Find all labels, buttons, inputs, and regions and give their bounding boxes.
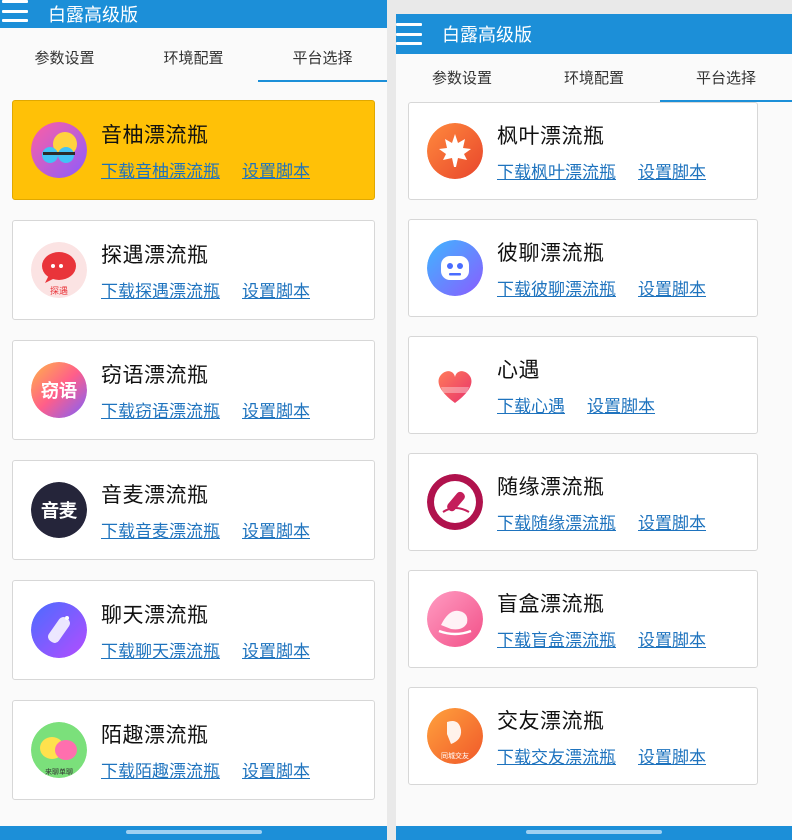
platform-name: 音麦漂流瓶 — [101, 482, 209, 507]
download-link[interactable]: 下载窃语漂流瓶 — [101, 397, 220, 422]
platform-card-yinyou[interactable]: 音柚漂流瓶 下载音柚漂流瓶 设置脚本 — [12, 100, 375, 200]
heart-icon — [427, 357, 483, 413]
download-link[interactable]: 下载音柚漂流瓶 — [101, 157, 220, 182]
download-link[interactable]: 下载聊天漂流瓶 — [101, 637, 220, 662]
platform-list: 音柚漂流瓶 下载音柚漂流瓶 设置脚本 探遇 探遇漂流瓶 下载探遇漂流瓶 设置脚本 — [0, 82, 387, 800]
platform-name: 随缘漂流瓶 — [497, 474, 605, 499]
icon-badge: 窃语 — [41, 380, 77, 402]
liaotian-logo-icon — [31, 602, 87, 658]
tab-platform[interactable]: 平台选择 — [258, 34, 387, 82]
platform-card-manghe[interactable]: 盲盒漂流瓶 下载盲盒漂流瓶 设置脚本 — [408, 570, 758, 668]
icon-badge: 音麦 — [41, 500, 78, 522]
platform-card-suiyuan[interactable]: 随缘漂流瓶 下载随缘漂流瓶 设置脚本 — [408, 453, 758, 551]
robot-face-icon — [427, 240, 483, 296]
maple-leaf-icon — [427, 123, 483, 179]
platform-name: 探遇漂流瓶 — [101, 242, 209, 267]
app-title: 白露高级版 — [48, 5, 138, 26]
setup-script-link[interactable]: 设置脚本 — [587, 392, 655, 417]
yinmai-logo-icon: 音麦 — [31, 482, 87, 538]
platform-name: 彼聊漂流瓶 — [497, 240, 605, 265]
hamburger-menu-icon[interactable] — [396, 23, 422, 45]
setup-script-link[interactable]: 设置脚本 — [242, 157, 310, 182]
tab-params[interactable]: 参数设置 — [0, 34, 129, 82]
platform-card-biliao[interactable]: 彼聊漂流瓶 下载彼聊漂流瓶 设置脚本 — [408, 219, 758, 317]
download-link[interactable]: 下载陌趣漂流瓶 — [101, 757, 220, 782]
platform-card-yinmai[interactable]: 音麦 音麦漂流瓶 下载音麦漂流瓶 设置脚本 — [12, 460, 375, 560]
bottle-icon — [427, 474, 483, 530]
home-gesture-handle[interactable] — [125, 830, 262, 834]
qieyu-logo-icon: 窃语 — [31, 362, 87, 418]
moqu-logo-icon: 来聊单聊 — [31, 722, 87, 778]
download-link[interactable]: 下载音麦漂流瓶 — [101, 517, 220, 542]
home-gesture-handle[interactable] — [526, 830, 662, 834]
platform-name: 盲盒漂流瓶 — [497, 591, 605, 616]
platform-card-jiaoyou[interactable]: 同城交友 交友漂流瓶 下载交友漂流瓶 设置脚本 — [408, 687, 758, 785]
setup-script-link[interactable]: 设置脚本 — [638, 743, 706, 768]
right-screen: 白露高级版 参数设置 环境配置 平台选择 枫叶漂流瓶 下载枫叶漂流瓶 设置脚本 — [396, 14, 792, 840]
tab-params[interactable]: 参数设置 — [396, 54, 528, 102]
icon-badge: 探遇 — [50, 285, 68, 297]
app-bar: 白露高级版 — [0, 0, 387, 28]
tanyu-logo-icon: 探遇 — [31, 242, 87, 298]
download-link[interactable]: 下载枫叶漂流瓶 — [497, 158, 616, 183]
platform-name: 枫叶漂流瓶 — [497, 123, 605, 148]
setup-script-link[interactable]: 设置脚本 — [638, 158, 706, 183]
download-link[interactable]: 下载彼聊漂流瓶 — [497, 275, 616, 300]
app-bar: 白露高级版 — [396, 14, 792, 54]
setup-script-link[interactable]: 设置脚本 — [242, 277, 310, 302]
jiaoyou-logo-icon: 同城交友 — [427, 708, 483, 764]
icon-badge: 同城交友 — [441, 751, 469, 760]
download-link[interactable]: 下载探遇漂流瓶 — [101, 277, 220, 302]
mangbox-logo-icon — [427, 591, 483, 647]
platform-card-moqu[interactable]: 来聊单聊 陌趣漂流瓶 下载陌趣漂流瓶 设置脚本 — [12, 700, 375, 800]
platform-name: 交友漂流瓶 — [497, 708, 605, 733]
yinyou-logo-icon — [31, 122, 87, 178]
download-link[interactable]: 下载心遇 — [497, 392, 565, 417]
setup-script-link[interactable]: 设置脚本 — [242, 757, 310, 782]
app-title: 白露高级版 — [442, 25, 532, 46]
setup-script-link[interactable]: 设置脚本 — [242, 517, 310, 542]
setup-script-link[interactable]: 设置脚本 — [242, 637, 310, 662]
download-link[interactable]: 下载随缘漂流瓶 — [497, 509, 616, 534]
setup-script-link[interactable]: 设置脚本 — [638, 626, 706, 651]
platform-list: 枫叶漂流瓶 下载枫叶漂流瓶 设置脚本 彼聊漂流瓶 下载彼聊漂流瓶 设置脚本 心遇… — [396, 102, 792, 785]
setup-script-link[interactable]: 设置脚本 — [638, 275, 706, 300]
download-link[interactable]: 下载盲盒漂流瓶 — [497, 626, 616, 651]
platform-card-tanyu[interactable]: 探遇 探遇漂流瓶 下载探遇漂流瓶 设置脚本 — [12, 220, 375, 320]
hamburger-menu-icon[interactable] — [2, 0, 28, 22]
platform-name: 聊天漂流瓶 — [101, 602, 209, 627]
setup-script-link[interactable]: 设置脚本 — [242, 397, 310, 422]
left-screen: 白露高级版 参数设置 环境配置 平台选择 音柚漂流瓶 下载音柚漂流瓶 设置脚本 … — [0, 0, 387, 840]
tab-environment[interactable]: 环境配置 — [528, 54, 660, 102]
download-link[interactable]: 下载交友漂流瓶 — [497, 743, 616, 768]
tab-platform[interactable]: 平台选择 — [660, 54, 792, 102]
platform-card-xinyu[interactable]: 心遇 下载心遇 设置脚本 — [408, 336, 758, 434]
icon-badge: 来聊单聊 — [45, 767, 73, 776]
tab-bar: 参数设置 环境配置 平台选择 — [0, 34, 387, 82]
system-nav-bar — [0, 826, 387, 840]
platform-card-fengye[interactable]: 枫叶漂流瓶 下载枫叶漂流瓶 设置脚本 — [408, 102, 758, 200]
tab-environment[interactable]: 环境配置 — [129, 34, 258, 82]
tab-bar: 参数设置 环境配置 平台选择 — [396, 54, 792, 102]
platform-name: 陌趣漂流瓶 — [101, 722, 209, 747]
system-nav-bar — [396, 826, 792, 840]
platform-name: 心遇 — [497, 357, 540, 382]
setup-script-link[interactable]: 设置脚本 — [638, 509, 706, 534]
platform-name: 窃语漂流瓶 — [101, 362, 209, 387]
platform-name: 音柚漂流瓶 — [101, 122, 209, 147]
platform-card-qieyu[interactable]: 窃语 窃语漂流瓶 下载窃语漂流瓶 设置脚本 — [12, 340, 375, 440]
platform-card-liaotian[interactable]: 聊天漂流瓶 下载聊天漂流瓶 设置脚本 — [12, 580, 375, 680]
